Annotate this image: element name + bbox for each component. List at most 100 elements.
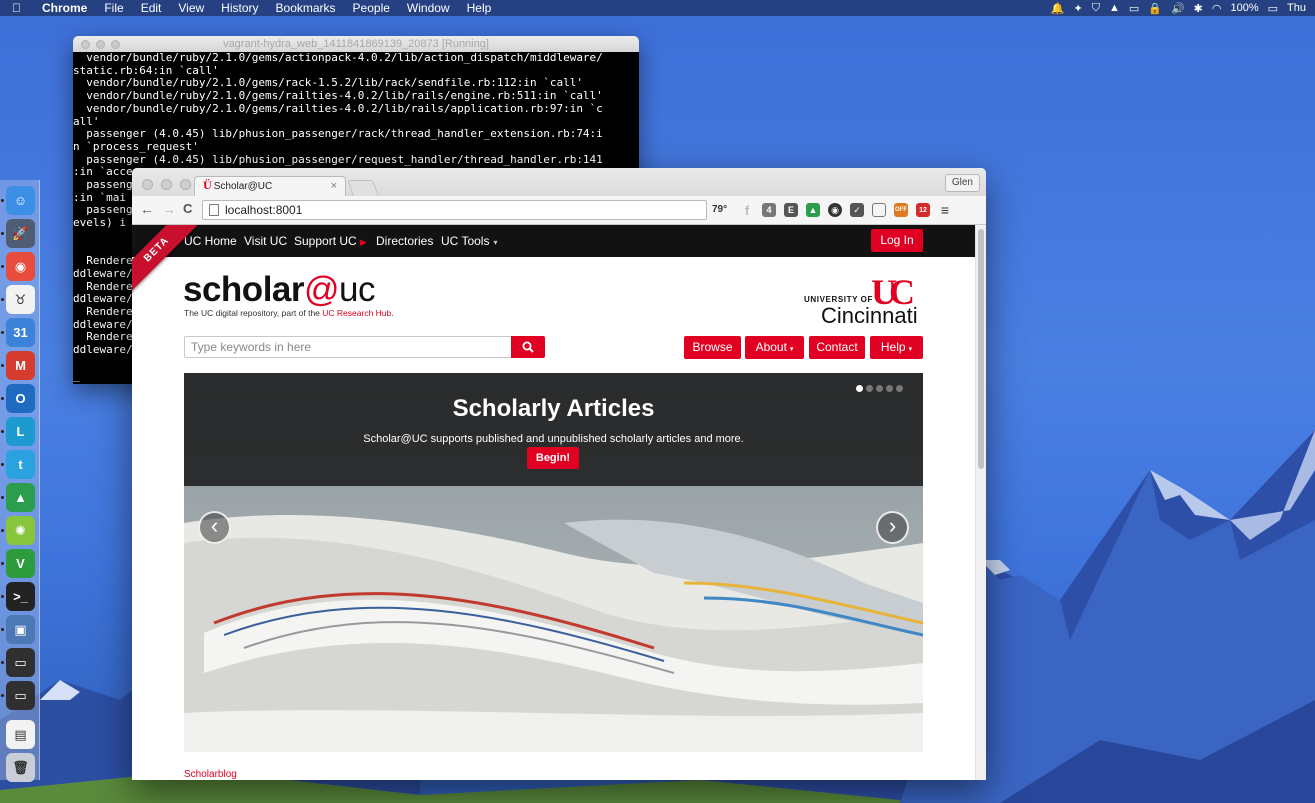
evernote-icon[interactable]: E — [784, 203, 798, 217]
carousel-next-icon[interactable]: › — [876, 511, 909, 544]
lync-icon[interactable]: L — [6, 417, 35, 446]
scholarblog-link[interactable]: Scholarblog — [184, 769, 237, 780]
menu-people[interactable]: People — [353, 1, 390, 15]
about-button[interactable]: About ▾ — [745, 336, 804, 359]
tab-strip: Ü Scholar@UC × Glen — [132, 168, 986, 196]
drive-status-icon[interactable]: ▲ — [1109, 2, 1120, 14]
launchpad-icon[interactable]: 🚀 — [6, 219, 35, 248]
airplay-icon[interactable]: ▭ — [1129, 2, 1139, 15]
carousel-dot[interactable] — [886, 385, 893, 392]
volume-icon[interactable]: 🔊 — [1171, 2, 1185, 15]
tab-scholar-uc[interactable]: Ü Scholar@UC × — [194, 176, 346, 196]
help-button[interactable]: Help ▾ — [870, 336, 923, 359]
page-viewport: UC Home Visit UC Support UC ▶ Directories… — [132, 225, 986, 780]
drive-icon[interactable]: ▲ — [6, 483, 35, 512]
carousel-dot[interactable] — [866, 385, 873, 392]
terminal-icon[interactable]: >_ — [6, 582, 35, 611]
carousel-dot[interactable] — [876, 385, 883, 392]
forward-icon[interactable]: → — [162, 201, 176, 217]
facebook-icon[interactable]: f — [740, 203, 754, 218]
running-indicator — [1, 529, 4, 532]
virtualbox-icon[interactable]: ▣ — [6, 615, 35, 644]
search-button[interactable] — [511, 336, 545, 358]
research-hub-link[interactable]: UC Research Hub — [322, 308, 391, 318]
ghostery-icon[interactable]: OFF — [894, 203, 908, 217]
menu-view[interactable]: View — [178, 1, 204, 15]
running-indicator — [1, 463, 4, 466]
clock[interactable]: Thu — [1287, 2, 1306, 14]
nav-visit-uc[interactable]: Visit UC — [244, 234, 287, 248]
finder-icon[interactable]: ☺ — [6, 186, 35, 215]
nav-support-uc[interactable]: Support UC ▶ — [294, 234, 367, 248]
carousel-dot[interactable] — [856, 385, 863, 392]
menu-window[interactable]: Window — [407, 1, 450, 15]
globe-extension-icon[interactable]: ◉ — [828, 203, 842, 217]
scrollbar-thumb[interactable] — [978, 229, 984, 469]
carousel-dot[interactable] — [896, 385, 903, 392]
vm-window-icon[interactable]: ▭ — [6, 648, 35, 677]
todo-extension-icon[interactable]: 12 — [916, 203, 930, 217]
terminal-titlebar[interactable]: vagrant-hydra_web_1411841869139_20873 [R… — [73, 36, 639, 52]
carousel-prev-icon[interactable]: ‹ — [198, 511, 231, 544]
dock: ☺ 🚀 ◉ ♉ 31 M O Lt ▲ ✺ V >_ ▣ ▭ ▭ ▤ 🗑 — [0, 180, 40, 782]
page-scrollbar[interactable] — [975, 225, 986, 780]
drive-extension-icon[interactable]: ▲ — [806, 203, 820, 217]
nav-uc-home[interactable]: UC Home — [184, 234, 237, 248]
vim-icon[interactable]: V — [6, 549, 35, 578]
trash-icon[interactable]: 🗑 — [6, 753, 35, 782]
weather-extension[interactable]: 79° — [712, 204, 727, 215]
close-window-button[interactable] — [81, 40, 90, 49]
documents-icon[interactable]: ▤ — [6, 720, 35, 749]
reload-icon[interactable]: C — [183, 201, 192, 216]
gmail-icon[interactable]: M — [6, 351, 35, 380]
menu-edit[interactable]: Edit — [141, 1, 162, 15]
nav-uc-tools[interactable]: UC Tools ▾ — [441, 234, 497, 248]
university-logo[interactable]: UNIVERSITY OF UC Cincinnati — [804, 271, 924, 328]
menu-history[interactable]: History — [221, 1, 258, 15]
zoom-window-button[interactable] — [111, 40, 120, 49]
hero-carousel[interactable]: Scholarly Articles Scholar@UC supports p… — [184, 373, 923, 752]
battery-percent[interactable]: 100% — [1230, 2, 1258, 14]
new-tab-button[interactable] — [347, 180, 379, 196]
minimize-window-button[interactable] — [96, 40, 105, 49]
pocket-icon[interactable]: ✓ — [850, 203, 864, 217]
mail-extension-icon[interactable]: 4 — [762, 203, 776, 217]
menu-help[interactable]: Help — [467, 1, 492, 15]
bluetooth-icon[interactable]: ✱ — [1194, 2, 1203, 15]
chrome-menu-icon[interactable]: ≡ — [938, 202, 952, 218]
carousel-text: Scholar@UC supports published and unpubl… — [363, 433, 744, 445]
address-bar[interactable]: localhost:8001 — [202, 200, 707, 220]
minimize-window-button[interactable] — [161, 179, 172, 190]
calendar-icon[interactable]: 31 — [6, 318, 35, 347]
scholar-uc-logo[interactable]: scholar@uc — [183, 270, 375, 310]
chrome-icon[interactable]: ◉ — [6, 252, 35, 281]
back-icon[interactable]: ← — [140, 201, 154, 217]
menu-app-name[interactable]: Chrome — [42, 1, 87, 15]
wifi-icon[interactable]: ◠ — [1212, 2, 1222, 15]
vm-window-2-icon[interactable]: ▭ — [6, 681, 35, 710]
zoom-window-button[interactable] — [180, 179, 191, 190]
close-tab-icon[interactable]: × — [331, 177, 337, 196]
lock-icon[interactable]: 🔒 — [1148, 2, 1162, 15]
close-window-button[interactable] — [142, 179, 153, 190]
login-button[interactable]: Log In — [871, 229, 923, 252]
contact-button[interactable]: Contact — [809, 336, 865, 359]
search-input[interactable]: Type keywords in here — [184, 336, 512, 358]
shield-icon[interactable]: ⛉ — [1092, 2, 1100, 15]
notification-icon[interactable]: 🔔 — [1051, 2, 1065, 15]
battery-icon[interactable]: ▭ — [1268, 2, 1278, 15]
lime-icon[interactable]: ✺ — [6, 516, 35, 545]
apple-icon[interactable]:  — [12, 1, 28, 15]
profile-button[interactable]: Glen — [944, 174, 980, 192]
cow-app-icon[interactable]: ♉ — [6, 285, 35, 314]
twitter-icon[interactable]: t — [6, 450, 35, 479]
begin-button[interactable]: Begin! — [527, 447, 579, 469]
menu-file[interactable]: File — [104, 1, 123, 15]
running-indicator — [1, 331, 4, 334]
menu-bookmarks[interactable]: Bookmarks — [276, 1, 336, 15]
cast-icon[interactable] — [872, 203, 886, 217]
nav-directories[interactable]: Directories — [376, 234, 433, 248]
dropbox-icon[interactable]: ✦ — [1073, 2, 1082, 15]
browse-button[interactable]: Browse — [684, 336, 741, 359]
outlook-icon[interactable]: O — [6, 384, 35, 413]
